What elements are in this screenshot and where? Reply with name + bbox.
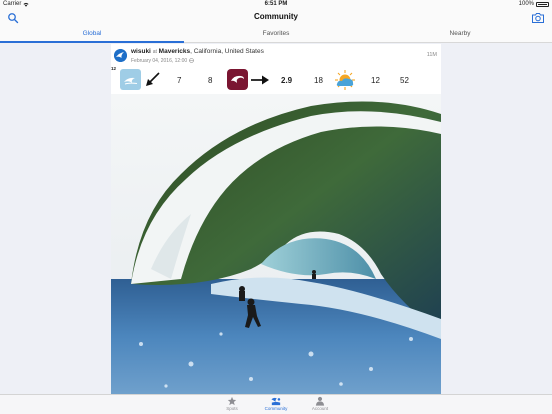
bottom-tab-spots-label: Spots: [226, 406, 238, 411]
clock: 6:51 PM: [264, 1, 288, 7]
username[interactable]: wisuki: [131, 48, 151, 55]
at-label: at: [152, 49, 157, 55]
post-author-line: wisuki at Mavericks, California, United …: [131, 48, 264, 55]
post-date-text: February 04, 2016, 12:00: [131, 58, 188, 64]
swell-direction-arrow-icon: [146, 72, 160, 86]
wind-direction-arrow-icon: [251, 75, 269, 85]
swell-icon: [120, 69, 141, 90]
star-icon: [227, 396, 237, 406]
wind-icon: [227, 69, 248, 90]
temperature-low-value: 12: [371, 76, 380, 85]
spot-location: , California, United States: [190, 48, 264, 55]
battery-icon: [536, 2, 549, 7]
camera-icon[interactable]: [531, 12, 545, 24]
tab-favorites[interactable]: Favorites: [184, 27, 368, 42]
wind-speed-value: 2.9: [281, 76, 293, 85]
nav-bar: Community: [0, 9, 552, 27]
post-date: February 04, 2016, 12:00: [131, 58, 194, 64]
temperature-high-value: 52: [400, 76, 409, 85]
wind-gust-value: 18: [314, 76, 323, 85]
post-header: wisuki at Mavericks, California, United …: [111, 44, 441, 67]
bottom-tab-community-label: Community: [264, 406, 288, 411]
bottom-tab-bar: Spots Community Account: [0, 394, 552, 414]
wisuki-logo-icon: [114, 49, 127, 62]
bottom-tab-account[interactable]: Account: [300, 396, 340, 411]
bottom-tab-account-label: Account: [311, 406, 329, 411]
tab-global[interactable]: Global: [0, 27, 184, 43]
swell-height-value: 7: [177, 76, 182, 85]
spot-name[interactable]: Mavericks: [159, 48, 190, 55]
weather-sun-cloud-icon: [335, 70, 355, 90]
swell-period-value: 8: [208, 76, 213, 85]
status-bar: Carrier 6:51 PM 100%: [0, 0, 552, 9]
community-icon: [271, 397, 281, 406]
feed-tabs: Global Favorites Nearby: [0, 27, 552, 43]
battery-percent: 100%: [518, 1, 534, 7]
tab-nearby[interactable]: Nearby: [368, 27, 552, 42]
conditions-row: 12 7 8 2.9 18 12 52: [111, 66, 441, 94]
post-age: 11M: [426, 52, 437, 58]
avatar[interactable]: [114, 49, 127, 62]
bottom-tab-spots[interactable]: Spots: [212, 396, 252, 411]
person-icon: [315, 396, 325, 406]
globe-icon: [188, 58, 194, 63]
swell-small-value: 12: [111, 66, 117, 71]
post-photo[interactable]: [111, 94, 441, 394]
page-title: Community: [254, 12, 298, 21]
battery-indicator: 100%: [519, 0, 549, 9]
bottom-tab-community[interactable]: Community: [256, 396, 296, 411]
post-card[interactable]: wisuki at Mavericks, California, United …: [111, 44, 441, 394]
